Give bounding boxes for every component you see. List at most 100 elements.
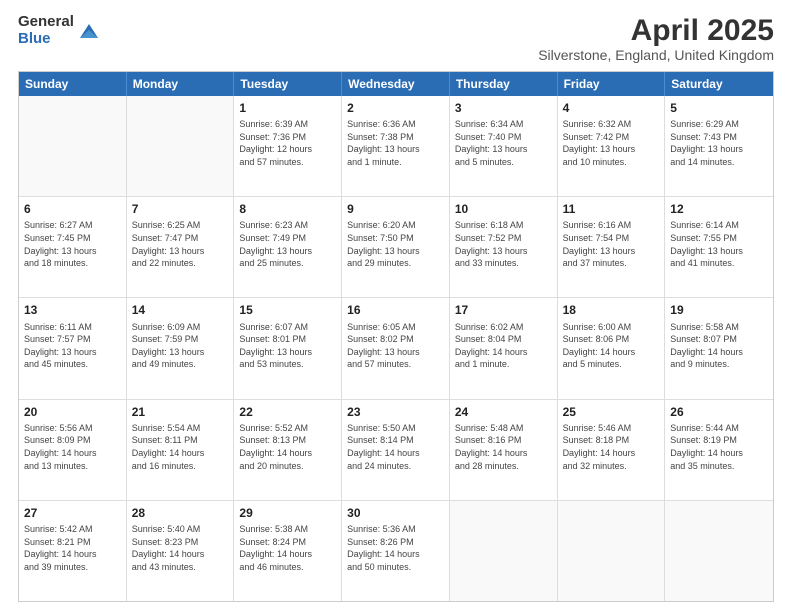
day-info: Sunrise: 6:16 AMSunset: 7:54 PMDaylight:… <box>563 219 660 269</box>
day-number: 13 <box>24 302 121 318</box>
calendar-row: 6Sunrise: 6:27 AMSunset: 7:45 PMDaylight… <box>19 197 773 298</box>
calendar-cell: 8 Sunrise: 6:23 AMSunset: 7:49 PMDaylight… <box>234 197 342 297</box>
calendar-cell: 20Sunrise: 5:56 AMSunset: 8:09 PMDayligh… <box>19 400 127 500</box>
calendar-cell: 1 Sunrise: 6:39 AMSunset: 7:36 PMDaylight… <box>234 96 342 196</box>
day-number: 12 <box>670 201 768 217</box>
day-number: 16 <box>347 302 444 318</box>
day-info: Sunrise: 6:09 AMSunset: 7:59 PMDaylight:… <box>132 321 229 371</box>
calendar: SundayMondayTuesdayWednesdayThursdayFrid… <box>18 71 774 602</box>
logo-blue: Blue <box>18 31 74 48</box>
day-number: 2 <box>347 100 444 116</box>
calendar-cell: 6Sunrise: 6:27 AMSunset: 7:45 PMDaylight… <box>19 197 127 297</box>
calendar-header: SundayMondayTuesdayWednesdayThursdayFrid… <box>19 72 773 96</box>
day-number: 10 <box>455 201 552 217</box>
logo-icon <box>78 20 100 42</box>
calendar-header-cell: Tuesday <box>234 72 342 96</box>
calendar-header-cell: Thursday <box>450 72 558 96</box>
day-info: Sunrise: 5:42 AMSunset: 8:21 PMDaylight:… <box>24 523 121 573</box>
day-info: Sunrise: 5:50 AMSunset: 8:14 PMDaylight:… <box>347 422 444 472</box>
day-number: 22 <box>239 404 336 420</box>
calendar-cell <box>450 501 558 601</box>
day-info: Sunrise: 5:44 AMSunset: 8:19 PMDaylight:… <box>670 422 768 472</box>
calendar-cell: 14 Sunrise: 6:09 AMSunset: 7:59 PMDayligh… <box>127 298 235 398</box>
day-info: Sunrise: 6:18 AMSunset: 7:52 PMDaylight:… <box>455 219 552 269</box>
calendar-cell <box>19 96 127 196</box>
day-info: Sunrise: 5:48 AMSunset: 8:16 PMDaylight:… <box>455 422 552 472</box>
main-title: April 2025 <box>538 14 774 47</box>
day-number: 17 <box>455 302 552 318</box>
day-info: Sunrise: 6:39 AMSunset: 7:36 PMDaylight:… <box>239 118 336 168</box>
calendar-cell: 13 Sunrise: 6:11 AMSunset: 7:57 PMDayligh… <box>19 298 127 398</box>
calendar-row: 27Sunrise: 5:42 AMSunset: 8:21 PMDayligh… <box>19 501 773 601</box>
calendar-header-cell: Friday <box>558 72 666 96</box>
day-info: Sunrise: 6:02 AMSunset: 8:04 PMDaylight:… <box>455 321 552 371</box>
day-number: 3 <box>455 100 552 116</box>
day-number: 9 <box>347 201 444 217</box>
calendar-cell: 22 Sunrise: 5:52 AMSunset: 8:13 PMDayligh… <box>234 400 342 500</box>
day-info: Sunrise: 6:34 AMSunset: 7:40 PMDaylight:… <box>455 118 552 168</box>
day-info: Sunrise: 6:14 AMSunset: 7:55 PMDaylight:… <box>670 219 768 269</box>
day-number: 8 <box>239 201 336 217</box>
day-info: Sunrise: 5:40 AMSunset: 8:23 PMDaylight:… <box>132 523 229 573</box>
day-info: Sunrise: 6:25 AMSunset: 7:47 PMDaylight:… <box>132 219 229 269</box>
calendar-cell: 2 Sunrise: 6:36 AMSunset: 7:38 PMDaylight… <box>342 96 450 196</box>
calendar-cell: 28 Sunrise: 5:40 AMSunset: 8:23 PMDayligh… <box>127 501 235 601</box>
title-area: April 2025 Silverstone, England, United … <box>538 14 774 63</box>
day-info: Sunrise: 6:23 AMSunset: 7:49 PMDaylight:… <box>239 219 336 269</box>
calendar-cell: 24Sunrise: 5:48 AMSunset: 8:16 PMDayligh… <box>450 400 558 500</box>
page: General Blue April 2025 Silverstone, Eng… <box>0 0 792 612</box>
day-info: Sunrise: 5:36 AMSunset: 8:26 PMDaylight:… <box>347 523 444 573</box>
day-number: 26 <box>670 404 768 420</box>
calendar-cell: 9Sunrise: 6:20 AMSunset: 7:50 PMDaylight… <box>342 197 450 297</box>
calendar-cell: 4 Sunrise: 6:32 AMSunset: 7:42 PMDaylight… <box>558 96 666 196</box>
logo-general: General <box>18 14 74 31</box>
day-info: Sunrise: 5:46 AMSunset: 8:18 PMDaylight:… <box>563 422 660 472</box>
day-info: Sunrise: 6:36 AMSunset: 7:38 PMDaylight:… <box>347 118 444 168</box>
calendar-cell: 23 Sunrise: 5:50 AMSunset: 8:14 PMDayligh… <box>342 400 450 500</box>
day-info: Sunrise: 6:32 AMSunset: 7:42 PMDaylight:… <box>563 118 660 168</box>
calendar-row: 20Sunrise: 5:56 AMSunset: 8:09 PMDayligh… <box>19 400 773 501</box>
day-info: Sunrise: 5:54 AMSunset: 8:11 PMDaylight:… <box>132 422 229 472</box>
day-info: Sunrise: 6:29 AMSunset: 7:43 PMDaylight:… <box>670 118 768 168</box>
day-number: 20 <box>24 404 121 420</box>
day-info: Sunrise: 5:38 AMSunset: 8:24 PMDaylight:… <box>239 523 336 573</box>
day-number: 14 <box>132 302 229 318</box>
calendar-header-cell: Wednesday <box>342 72 450 96</box>
day-number: 7 <box>132 201 229 217</box>
calendar-cell: 18Sunrise: 6:00 AMSunset: 8:06 PMDayligh… <box>558 298 666 398</box>
day-info: Sunrise: 6:07 AMSunset: 8:01 PMDaylight:… <box>239 321 336 371</box>
calendar-cell: 27Sunrise: 5:42 AMSunset: 8:21 PMDayligh… <box>19 501 127 601</box>
day-number: 1 <box>239 100 336 116</box>
calendar-cell: 16 Sunrise: 6:05 AMSunset: 8:02 PMDayligh… <box>342 298 450 398</box>
calendar-cell: 10 Sunrise: 6:18 AMSunset: 7:52 PMDayligh… <box>450 197 558 297</box>
calendar-header-cell: Monday <box>127 72 235 96</box>
day-number: 23 <box>347 404 444 420</box>
subtitle: Silverstone, England, United Kingdom <box>538 47 774 63</box>
day-number: 4 <box>563 100 660 116</box>
calendar-cell: 17 Sunrise: 6:02 AMSunset: 8:04 PMDayligh… <box>450 298 558 398</box>
day-info: Sunrise: 6:11 AMSunset: 7:57 PMDaylight:… <box>24 321 121 371</box>
day-number: 15 <box>239 302 336 318</box>
day-number: 21 <box>132 404 229 420</box>
calendar-cell: 11Sunrise: 6:16 AMSunset: 7:54 PMDayligh… <box>558 197 666 297</box>
day-number: 30 <box>347 505 444 521</box>
calendar-cell: 25 Sunrise: 5:46 AMSunset: 8:18 PMDayligh… <box>558 400 666 500</box>
calendar-cell: 5 Sunrise: 6:29 AMSunset: 7:43 PMDaylight… <box>665 96 773 196</box>
calendar-cell: 7 Sunrise: 6:25 AMSunset: 7:47 PMDaylight… <box>127 197 235 297</box>
calendar-cell: 29 Sunrise: 5:38 AMSunset: 8:24 PMDayligh… <box>234 501 342 601</box>
calendar-cell: 19Sunrise: 5:58 AMSunset: 8:07 PMDayligh… <box>665 298 773 398</box>
day-number: 25 <box>563 404 660 420</box>
calendar-cell: 30 Sunrise: 5:36 AMSunset: 8:26 PMDayligh… <box>342 501 450 601</box>
day-number: 29 <box>239 505 336 521</box>
calendar-cell: 3 Sunrise: 6:34 AMSunset: 7:40 PMDaylight… <box>450 96 558 196</box>
day-number: 28 <box>132 505 229 521</box>
calendar-row: 13 Sunrise: 6:11 AMSunset: 7:57 PMDayligh… <box>19 298 773 399</box>
day-number: 5 <box>670 100 768 116</box>
calendar-row: 1 Sunrise: 6:39 AMSunset: 7:36 PMDaylight… <box>19 96 773 197</box>
calendar-header-cell: Sunday <box>19 72 127 96</box>
day-info: Sunrise: 5:58 AMSunset: 8:07 PMDaylight:… <box>670 321 768 371</box>
calendar-cell: 26 Sunrise: 5:44 AMSunset: 8:19 PMDayligh… <box>665 400 773 500</box>
day-info: Sunrise: 6:05 AMSunset: 8:02 PMDaylight:… <box>347 321 444 371</box>
day-info: Sunrise: 5:52 AMSunset: 8:13 PMDaylight:… <box>239 422 336 472</box>
calendar-cell: 15 Sunrise: 6:07 AMSunset: 8:01 PMDayligh… <box>234 298 342 398</box>
